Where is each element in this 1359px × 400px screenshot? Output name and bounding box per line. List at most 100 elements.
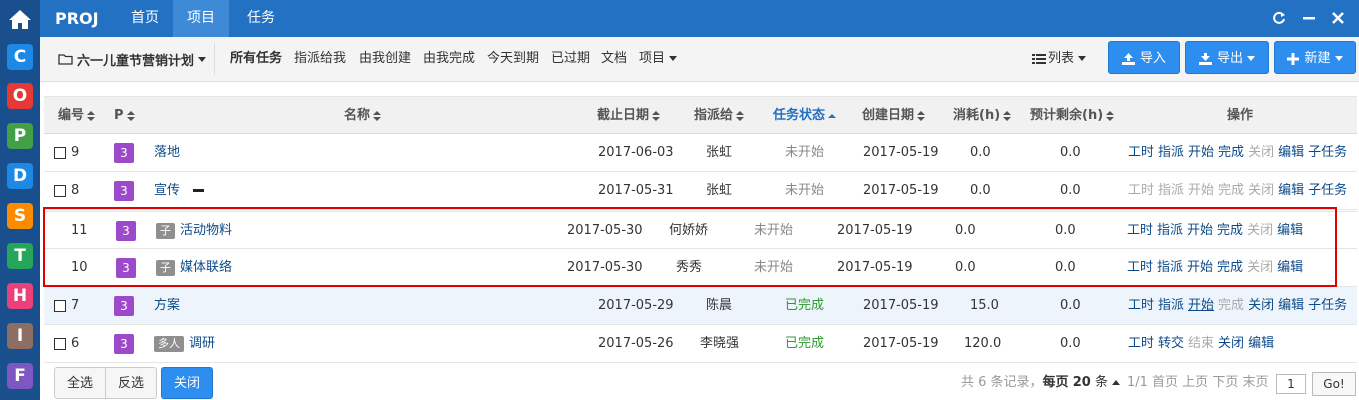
table-row[interactable]: 9 3 落地 2017-06-03 张虹 未开始 2017-05-19 0.0 … <box>44 134 1357 172</box>
action-edit[interactable]: 编辑 <box>1277 223 1303 238</box>
invert-selection-button[interactable]: 反选 <box>105 367 157 399</box>
app-icon-c[interactable]: C <box>7 44 33 70</box>
action-effort[interactable]: 工时 <box>1128 298 1154 313</box>
chevron-down-icon <box>1334 56 1343 61</box>
action-subtask[interactable]: 子任务 <box>1308 183 1347 198</box>
app-icon-p[interactable]: P <box>7 123 33 149</box>
task-assignee[interactable]: 秀秀 <box>676 249 702 287</box>
row-checkbox[interactable] <box>54 338 66 350</box>
col-name[interactable]: 名称 <box>344 97 382 135</box>
task-name-link[interactable]: 媒体联络 <box>180 260 232 275</box>
col-consumed[interactable]: 消耗(h) <box>953 97 1012 135</box>
action-transfer[interactable]: 转交 <box>1158 336 1184 351</box>
filter-created-by-me[interactable]: 由我创建 <box>359 37 411 80</box>
action-assign[interactable]: 指派 <box>1157 223 1183 238</box>
filter-finished-by-me[interactable]: 由我完成 <box>423 37 475 80</box>
task-assignee[interactable]: 张虹 <box>706 134 732 172</box>
action-assign[interactable]: 指派 <box>1158 298 1184 313</box>
filter-overdue[interactable]: 已过期 <box>551 37 590 80</box>
chevron-up-icon[interactable] <box>1111 380 1120 385</box>
close-icon[interactable] <box>1330 10 1346 26</box>
filter-project-menu[interactable]: 项目 <box>639 37 678 80</box>
action-finish[interactable]: 完成 <box>1218 145 1244 160</box>
col-assignee[interactable]: 指派给 <box>694 97 745 135</box>
action-effort[interactable]: 工时 <box>1127 260 1153 275</box>
action-close[interactable]: 关闭 <box>1218 336 1244 351</box>
task-name-link[interactable]: 活动物料 <box>180 223 232 238</box>
filter-assigned-to-me[interactable]: 指派给我 <box>294 37 346 80</box>
task-status: 未开始 <box>754 223 794 238</box>
export-button[interactable]: 导出 <box>1185 41 1269 74</box>
task-name-link[interactable]: 落地 <box>154 134 180 172</box>
task-assignee[interactable]: 何娇娇 <box>669 212 708 250</box>
action-effort[interactable]: 工时 <box>1128 145 1154 160</box>
view-mode-dropdown[interactable]: 列表 <box>1032 43 1087 75</box>
task-name-link[interactable]: 宣传 <box>154 172 180 210</box>
filter-docs[interactable]: 文档 <box>601 37 627 80</box>
select-all-button[interactable]: 全选 <box>54 367 106 399</box>
table-row[interactable]: 6 3 多人 调研 2017-05-26 李晓强 已完成 2017-05-19 1… <box>44 325 1357 363</box>
app-icon-d[interactable]: D <box>7 163 33 189</box>
batch-close-button[interactable]: 关闭 <box>161 367 213 399</box>
create-button[interactable]: 新建 <box>1274 41 1356 74</box>
nav-task[interactable]: 任务 <box>233 0 289 37</box>
pager-per-page-value[interactable]: 20 <box>1073 375 1091 390</box>
col-left[interactable]: 预计剩余(h) <box>1030 97 1115 135</box>
row-checkbox[interactable] <box>54 185 66 197</box>
action-edit[interactable]: 编辑 <box>1278 183 1304 198</box>
filter-all-tasks[interactable]: 所有任务 <box>230 37 282 80</box>
row-checkbox[interactable] <box>54 300 66 312</box>
action-effort[interactable]: 工时 <box>1128 336 1154 351</box>
action-close[interactable]: 关闭 <box>1248 298 1274 313</box>
import-button[interactable]: 导入 <box>1108 41 1180 74</box>
home-icon[interactable] <box>0 0 40 37</box>
project-switcher[interactable]: 六一儿童节营销计划 <box>50 43 215 75</box>
app-icon-h[interactable]: H <box>7 283 33 309</box>
create-label: 新建 <box>1304 51 1331 66</box>
app-icon-o[interactable]: O <box>7 83 33 109</box>
action-finish[interactable]: 完成 <box>1217 260 1243 275</box>
action-subtask[interactable]: 子任务 <box>1308 298 1347 313</box>
go-button[interactable]: Go! <box>1312 372 1356 396</box>
action-edit[interactable]: 编辑 <box>1278 145 1304 160</box>
action-subtask[interactable]: 子任务 <box>1308 145 1347 160</box>
table-row-child[interactable]: 10 3 子媒体联络 2017-05-30 秀秀 未开始 2017-05-19 … <box>44 249 1357 287</box>
nav-home[interactable]: 首页 <box>117 0 173 37</box>
col-id[interactable]: 编号 <box>58 97 96 135</box>
col-created[interactable]: 创建日期 <box>862 97 926 135</box>
filter-due-today[interactable]: 今天到期 <box>487 37 539 80</box>
app-icon-i[interactable]: I <box>7 323 33 349</box>
action-start[interactable]: 开始 <box>1188 145 1214 160</box>
refresh-icon[interactable] <box>1271 10 1287 26</box>
task-name-link[interactable]: 方案 <box>154 287 180 325</box>
app-icon-t[interactable]: T <box>7 243 33 269</box>
action-edit[interactable]: 编辑 <box>1277 260 1303 275</box>
task-name-link[interactable]: 调研 <box>189 336 215 351</box>
task-assignee[interactable]: 张虹 <box>706 172 732 210</box>
app-icon-f[interactable]: F <box>7 363 33 389</box>
action-finish[interactable]: 完成 <box>1217 223 1243 238</box>
table-row[interactable]: 8 3 宣传 2017-05-31 张虹 未开始 2017-05-19 0.0 … <box>44 172 1357 210</box>
row-checkbox[interactable] <box>54 147 66 159</box>
action-start[interactable]: 开始 <box>1187 223 1213 238</box>
table-row[interactable]: 7 3 方案 2017-05-29 陈晨 已完成 2017-05-19 15.0… <box>44 287 1357 325</box>
col-priority[interactable]: P <box>114 97 135 135</box>
col-deadline[interactable]: 截止日期 <box>597 97 661 135</box>
task-assignee[interactable]: 李晓强 <box>700 325 739 363</box>
action-start[interactable]: 开始 <box>1187 260 1213 275</box>
action-edit[interactable]: 编辑 <box>1248 336 1274 351</box>
action-assign[interactable]: 指派 <box>1157 260 1183 275</box>
page-number-input[interactable]: 1 <box>1276 374 1306 394</box>
action-edit[interactable]: 编辑 <box>1278 298 1304 313</box>
table-row-child[interactable]: 11 3 子活动物料 2017-05-30 何娇娇 未开始 2017-05-19… <box>44 211 1357 249</box>
nav-project[interactable]: 项目 <box>173 0 229 37</box>
collapse-toggle-icon[interactable] <box>193 189 204 192</box>
action-start[interactable]: 开始 <box>1188 298 1214 313</box>
task-assignee[interactable]: 陈晨 <box>706 287 732 325</box>
col-status[interactable]: 任务状态 <box>773 97 837 135</box>
brand-logo[interactable]: PROJ <box>55 0 99 37</box>
action-effort[interactable]: 工时 <box>1127 223 1153 238</box>
action-assign[interactable]: 指派 <box>1158 145 1184 160</box>
minimize-icon[interactable] <box>1301 10 1317 26</box>
app-icon-s[interactable]: S <box>7 203 33 229</box>
